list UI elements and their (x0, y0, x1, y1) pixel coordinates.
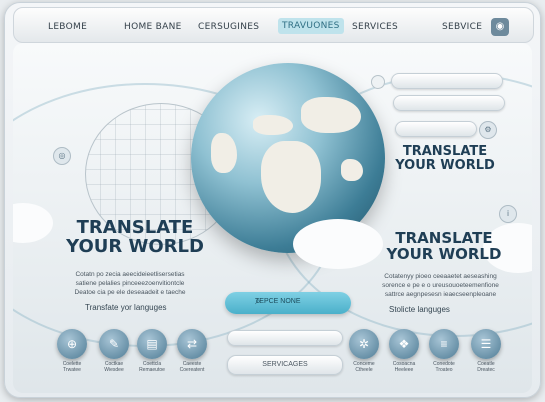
icon-label: Cosoacna Heeleee (392, 361, 416, 373)
hero-title-left: TRANSLATE YOUR WORLD (55, 218, 215, 257)
app-window: LEBOME HOME BANE CERSUGINES TRAVUONES SE… (4, 2, 541, 398)
nav-item-services[interactable]: SERVICES (352, 22, 398, 32)
right-pill-2[interactable] (393, 95, 505, 111)
icon-label: Conceme Ctheele (353, 361, 375, 373)
hero-subtitle-left: Transfate yor languges (85, 303, 167, 312)
body-left-line1: Cotatn po zecia aeecideieetlisersetias (75, 271, 185, 278)
search-icon[interactable]: ⌕ (255, 296, 343, 307)
land-arabia (341, 159, 363, 181)
account-icon[interactable]: ◉ (491, 18, 509, 36)
document-icon[interactable]: ▤ (137, 329, 167, 359)
icon-label: Coettcla Remaeutoe (139, 361, 165, 373)
hero-subtitle-right: Stolicte languges (389, 305, 450, 314)
body-left-line3: Deatoe cia pe ele deseaadeit e taeche (74, 288, 186, 296)
chat-icon[interactable]: ✎ (99, 329, 129, 359)
top-nav-bar: LEBOME HOME BANE CERSUGINES TRAVUONES SE… (13, 7, 534, 43)
side-title: TRANSLATE YOUR WORLD (385, 145, 505, 172)
body-left-line2: satiene pelalies pinceeezoenvitiontcle (75, 279, 185, 287)
body-right-line2: sorence e pe e o ureusouoeteemenfione (382, 281, 499, 289)
menu-icon[interactable]: ☰ (471, 329, 501, 359)
list-icon[interactable]: ≡ (429, 329, 459, 359)
location-icon[interactable]: ◎ (53, 147, 71, 165)
icon-label: Coeatle Dreatec (477, 361, 495, 373)
icon-label: Coctkae Wiesdee (104, 361, 124, 373)
land-europe (253, 115, 293, 135)
globe-icon[interactable]: ⊕ (57, 329, 87, 359)
side-title-line2: YOUR WORLD (395, 157, 495, 173)
nav-item-sebvice[interactable]: SEBVICE (442, 22, 482, 32)
right-pill-1[interactable] (391, 73, 503, 89)
land-americas (211, 133, 237, 173)
side-title-line1: TRANSLATE (402, 144, 488, 159)
icon-label: Caeeste Coereatent (179, 361, 205, 373)
services-button[interactable]: SERVICAGES (227, 355, 343, 375)
nav-item-lebome[interactable]: LEBOME (48, 22, 87, 32)
nav-item-home-bane[interactable]: HOME BANE (124, 22, 182, 32)
input-bar[interactable] (227, 330, 343, 346)
pill-dot-icon (371, 75, 385, 89)
info-icon[interactable]: i (499, 205, 517, 223)
nav-item-cersugines[interactable]: CERSUGINES (198, 22, 259, 32)
hero-panel: ⚙ ◎ i TRANSLATE YOUR WORLD TRANSLATE YOU… (13, 43, 532, 393)
translate-icon[interactable]: ⇄ (177, 329, 207, 359)
right-pill-3[interactable] (395, 121, 477, 137)
nav-item-travuones[interactable]: TRAVUONES (278, 18, 344, 34)
share-icon[interactable]: ✲ (349, 329, 379, 359)
hero-body-right: Cotatenyy pioeo ceeaaetet aeseashing sor… (353, 273, 528, 299)
hero-title-left-line2: YOUR WORLD (66, 235, 204, 257)
body-right-line3: sattrce aegnpesesn ieaecseenpleoane (384, 290, 497, 298)
settings-icon[interactable]: ⚙ (479, 121, 497, 139)
land-africa (261, 141, 321, 213)
icon-label: Conedote Troateo (433, 361, 455, 373)
icon-label: Coelette Trwatee (62, 361, 82, 373)
land-asia (301, 97, 361, 133)
body-right-line1: Cotatenyy pioeo ceeaaetet aeseashing (384, 273, 497, 280)
network-icon[interactable]: ❖ (389, 329, 419, 359)
hero-title-right: TRANSLATE YOUR WORLD (369, 230, 519, 263)
search-bar[interactable]: TEPCE NONE ⌕ (225, 292, 351, 314)
hero-title-right-line2: YOUR WORLD (386, 244, 502, 263)
hero-body-left: Cotatn po zecia aeecideieetlisersetias s… (35, 271, 225, 297)
